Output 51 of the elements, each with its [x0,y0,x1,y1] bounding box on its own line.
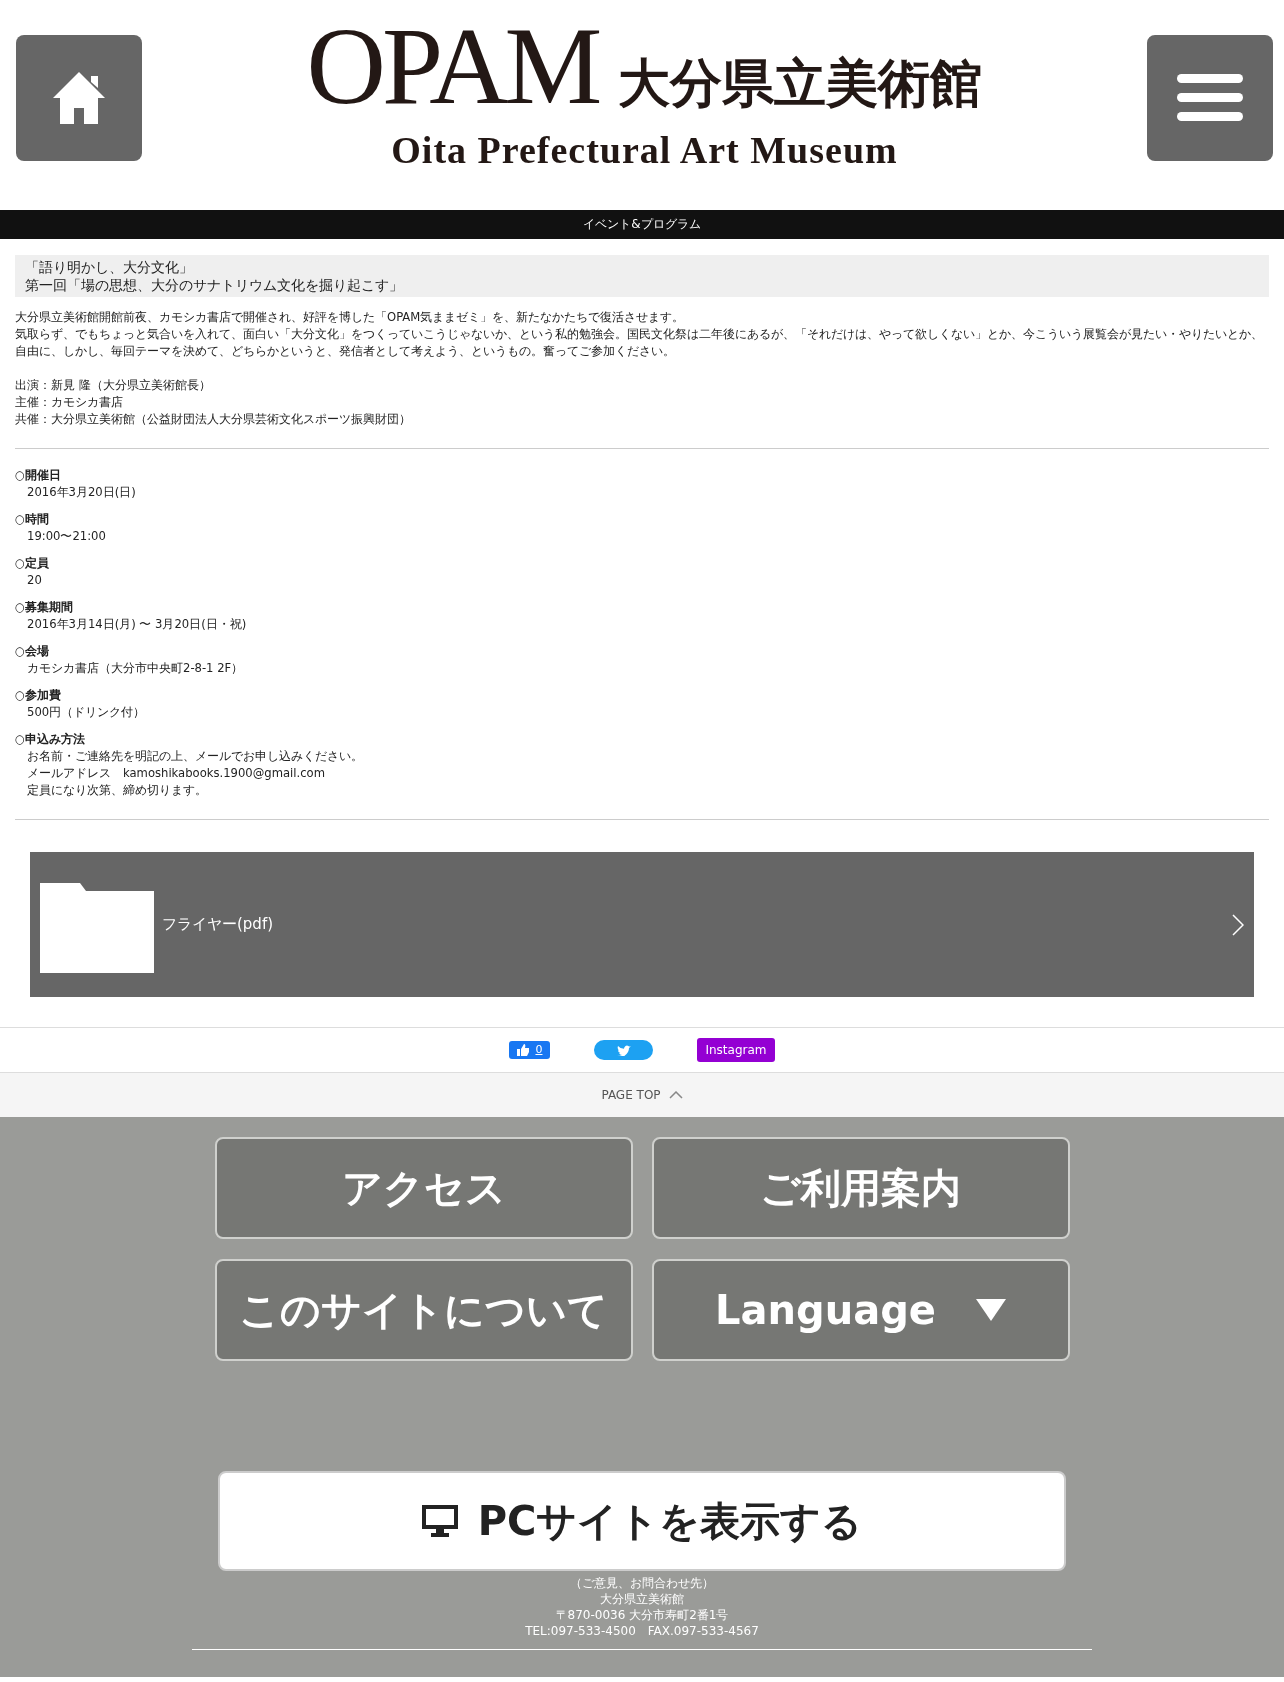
detail-label: ○参加費 [15,687,63,704]
bird-icon [616,1044,631,1056]
detail-label: ○時間 [15,511,51,528]
description-text: 気取らず、でもちょっと気合いを入れて、面白い「大分文化」をつくっていこうじゃないか、という私的勉強会。国民文化祭は二年後にあるが、「それだけは、やって欲しくない」とか、今こういう展覧会が見たい・やりたいとか、 [15,326,1264,343]
language-dropdown[interactable]: Language [651,1259,1070,1361]
monitor-icon [421,1505,458,1537]
footer-nav-button[interactable]: アクセス [214,1137,633,1239]
instagram-button[interactable]: Instagram [697,1038,775,1062]
detail-value: メールアドレス kamoshikabooks.1900@gmail.com [26,765,326,782]
detail-value: お名前・ご連絡先を明記の上、メールでお申し込みください。 [26,748,364,765]
detail-label: ○募集期間 [15,599,75,616]
home-icon [51,69,107,126]
detail-value: 19:00〜21:00 [26,528,107,545]
chevron-up-icon [668,1091,683,1099]
detail-value: 20 [26,572,43,589]
detail-value: 2016年3月20日(日) [26,484,137,501]
credit-text: 共催：大分県立美術館（公益財団法人大分県芸術文化スポーツ振興財団） [15,411,412,428]
pc-site-button[interactable]: PCサイトを表示する [218,1471,1066,1571]
detail-label: ○開催日 [15,467,63,484]
thumbs-up-icon [517,1044,530,1056]
logo-subtitle: Oita Prefectural Art Museum [391,127,898,173]
credit-text: 出演：新見 隆（大分県立美術館長） [15,377,212,394]
detail-value: 定員になり次第、締め切ります。 [26,782,208,799]
detail-value: 2016年3月14日(月) 〜 3月20日(日・祝) [26,616,248,633]
credit-text: 主催：カモシカ書店 [15,394,124,411]
detail-value: 500円（ドリンク付） [26,704,147,721]
detail-label: ○会場 [15,643,51,660]
logo-name: 大分県立美術館 [618,57,983,114]
contact-text: TEL:097-533-4500 FAX.097-533-4567 [524,1623,760,1639]
caret-down-icon [975,1299,1006,1321]
event-title: 「語り明かし、大分文化」 第一回「場の思想、大分のサナトリウム文化を掘り起こす」 [15,255,1269,297]
home-button[interactable] [16,34,142,161]
logo-mark: OPAM [306,16,599,116]
like-button[interactable]: 0 [509,1040,551,1060]
contact-text: 〒870-0036 大分市寿町2番1号 [554,1607,730,1623]
category-bar: イベント&プログラム [0,210,1284,239]
menu-button[interactable] [1147,34,1273,161]
contact-text: 大分県立美術館 [599,1591,685,1607]
menu-icon [1177,73,1243,122]
chevron-right-icon [1232,913,1244,936]
page-top-link[interactable]: PAGE TOP [0,1073,1284,1117]
description-text: 大分県立美術館開館前夜、カモシカ書店で開催され、好評を博した「OPAM気ままゼミ」を、新たなかたちで復活させます。 [15,309,686,326]
detail-value: カモシカ書店（大分市中央町2-8-1 2F） [26,660,245,677]
description-text: 自由に、しかし、毎回テーマを決めて、どちらかというと、発信者として考えよう、というもの。奮ってご参加ください。 [15,343,676,360]
footer-nav-button[interactable]: このサイトについて [214,1259,633,1361]
footer-nav-button[interactable]: ご利用案内 [651,1137,1070,1239]
flyer-link[interactable]: フライヤー(pdf) [30,852,1254,997]
detail-label: ○定員 [15,555,51,572]
tweet-button[interactable] [594,1040,654,1060]
detail-label: ○申込み方法 [15,731,87,748]
contact-text: （ご意見、お問合わせ先） [569,1575,715,1591]
